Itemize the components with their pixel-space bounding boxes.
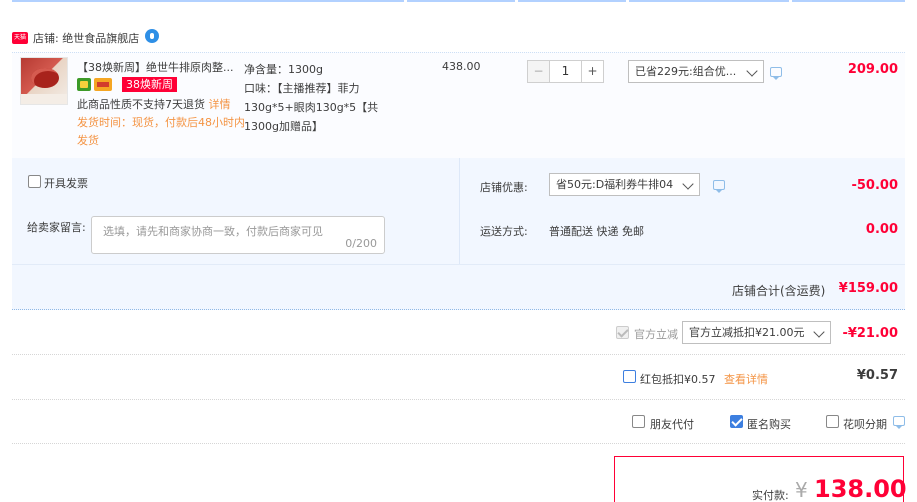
- payment-box: 实付款: ¥ 138.00: [614, 456, 907, 502]
- payment-currency: ¥: [795, 478, 808, 502]
- sku-weight: 净含量：1300g: [244, 63, 323, 76]
- anonymous-label: 匿名购买: [747, 418, 791, 431]
- huabei-checkbox[interactable]: [826, 415, 839, 428]
- shop-coupon-label: 店铺优惠:: [480, 181, 528, 194]
- item-discount-select[interactable]: 已省229元:组合优...: [628, 60, 764, 83]
- comment-icon[interactable]: [713, 180, 725, 193]
- divider: [12, 443, 905, 444]
- product-title[interactable]: 【38焕新周】绝世牛排原肉整...: [77, 60, 237, 75]
- product-thumbnail[interactable]: [20, 57, 68, 105]
- payment-amount: 138.00: [814, 475, 907, 502]
- ship-time: 发货时间：现货，付款后48小时内发货: [77, 116, 245, 147]
- shop-coupon-value: 省50元:D福利券牛排04: [556, 178, 674, 191]
- official-discount-select[interactable]: 官方立减抵扣¥21.00元: [682, 321, 831, 344]
- sku-info: 净含量：1300g 口味：【主播推荐】菲力130g*5+眼肉130g*5【共13…: [244, 60, 412, 136]
- message-label: 给卖家留言:: [27, 221, 86, 234]
- official-discount-label: 官方立减: [634, 328, 678, 341]
- official-discount-checkbox[interactable]: [616, 326, 629, 339]
- item-discount-value: 已省229元:组合优...: [635, 65, 737, 78]
- chevron-down-icon: [746, 65, 758, 77]
- service-badge-icon: [77, 78, 91, 91]
- shipping-method: 普通配送 快递 免邮: [549, 225, 644, 238]
- promo-badge: 38焕新周: [122, 77, 177, 92]
- return-details-link[interactable]: 详情: [209, 98, 231, 111]
- return-notice-text: 此商品性质不支持7天退货: [77, 98, 209, 111]
- shipping-label: 运送方式:: [480, 225, 528, 238]
- divider: [12, 264, 905, 265]
- item-total: 209.00: [847, 62, 898, 77]
- unit-price: 438.00: [442, 60, 481, 73]
- quantity-stepper: − 1 +: [527, 60, 604, 83]
- official-discount-amount: -¥21.00: [842, 326, 898, 341]
- huabei-label: 花呗分期: [843, 418, 887, 431]
- anonymous-checkbox[interactable]: [730, 415, 743, 428]
- divider: [12, 354, 905, 355]
- qty-plus-button[interactable]: +: [581, 60, 604, 83]
- chevron-down-icon: [682, 178, 694, 190]
- red-packet-label: 红包抵扣¥0.57: [640, 373, 716, 386]
- tmall-icon: 天猫: [12, 32, 28, 44]
- shop-coupon-select[interactable]: 省50元:D福利券牛排04: [549, 173, 700, 196]
- friend-pay-checkbox[interactable]: [632, 415, 645, 428]
- red-packet-details-link[interactable]: 查看详情: [724, 371, 768, 387]
- invoice-label: 开具发票: [44, 177, 88, 190]
- qty-input[interactable]: 1: [550, 60, 581, 83]
- card-badge-icon: [94, 78, 112, 91]
- red-packet-amount: ¥0.57: [856, 368, 898, 383]
- shop-coupon-amount: -50.00: [851, 178, 898, 193]
- message-textarea[interactable]: 选填，请先和商家协商一致，付款后商家可见 0/200: [91, 216, 385, 254]
- header-underline: [12, 0, 905, 3]
- payment-label: 实付款:: [752, 489, 789, 502]
- red-packet-checkbox[interactable]: [623, 370, 636, 383]
- official-discount-value: 官方立减抵扣¥21.00元: [689, 326, 805, 339]
- subtotal-amount: ¥159.00: [838, 281, 898, 296]
- return-notice: 此商品性质不支持7天退货 详情 发货时间：现货，付款后48小时内发货: [77, 96, 247, 150]
- divider: [12, 399, 905, 400]
- friend-pay-label: 朋友代付: [650, 418, 694, 431]
- shipping-amount: 0.00: [865, 222, 898, 237]
- comment-icon[interactable]: [770, 67, 782, 80]
- divider: [459, 158, 460, 264]
- qty-minus-button[interactable]: −: [527, 60, 550, 83]
- message-count: 0/200: [345, 237, 377, 250]
- message-placeholder: 选填，请先和商家协商一致，付款后商家可见: [103, 225, 323, 238]
- invoice-checkbox[interactable]: [28, 175, 41, 188]
- subtotal-label: 店铺合计(含运费): [732, 284, 826, 298]
- shop-name[interactable]: 店铺: 绝世食品旗舰店: [33, 30, 139, 46]
- shop-header: 天猫 店铺: 绝世食品旗舰店: [12, 29, 160, 47]
- sku-flavor: 口味：【主播推荐】菲力130g*5+眼肉130g*5【共1300g加赠品】: [244, 82, 379, 133]
- wangwang-chat-icon[interactable]: [145, 29, 160, 43]
- comment-icon[interactable]: [893, 416, 905, 429]
- product-badges: 38焕新周: [77, 77, 177, 92]
